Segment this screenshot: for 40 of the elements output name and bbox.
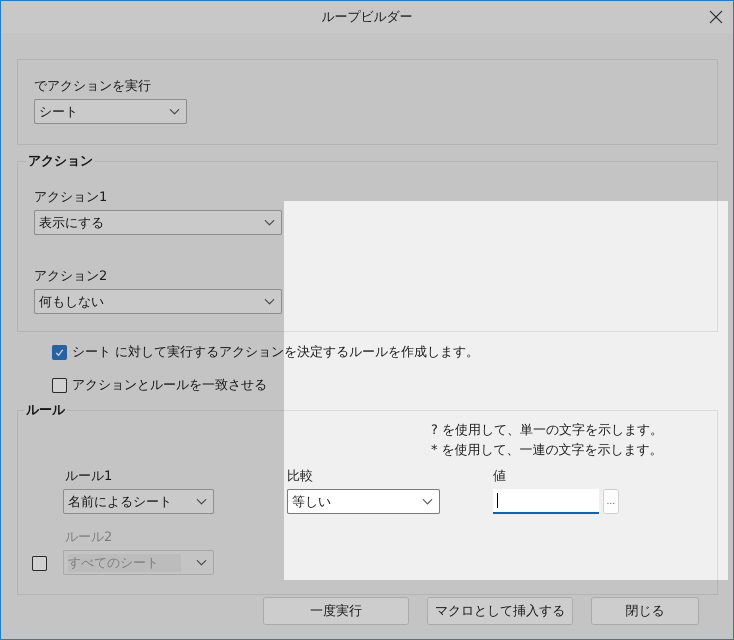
field-label: ルール2 (65, 530, 114, 546)
chevron-down-icon (196, 498, 207, 505)
dropdown-value: 何もしない (39, 294, 104, 310)
chevron-down-icon (169, 108, 180, 115)
hint-text: * を使用して、一連の文字を示します。 (431, 442, 664, 460)
dropdown[interactable]: 何もしない (34, 289, 282, 314)
dialog-button[interactable]: 閉じる (591, 597, 699, 625)
chevron-down-icon (196, 559, 207, 566)
dropdown[interactable]: 名前によるシート (63, 489, 214, 514)
dropdown-value: シート (39, 104, 78, 120)
dropdown-value: 名前によるシート (68, 494, 172, 510)
dropdown-value: すべてのシート (68, 554, 181, 572)
dropdown[interactable]: 等しい (287, 489, 440, 514)
field-label: でアクションを実行 (34, 79, 152, 95)
checkbox-label: シート に対して実行するアクションを決定するルールを作成します。 (72, 344, 480, 361)
dropdown-value: 表示にする (39, 214, 104, 232)
dialog-button[interactable]: 一度実行 (263, 597, 409, 625)
checkbox[interactable] (52, 344, 67, 360)
checkbox-label: アクションとルールを一致させる (72, 377, 267, 394)
section-title: ルール (25, 402, 66, 419)
checkbox[interactable] (52, 378, 67, 392)
dropdown[interactable]: シート (34, 99, 187, 124)
close-icon[interactable] (709, 10, 723, 24)
dropdown-value: 等しい (292, 494, 331, 510)
field-label: ルール1 (65, 469, 114, 485)
chevron-down-icon (264, 298, 275, 305)
hint-text: ? を使用して、単一の文字を示します。 (431, 422, 664, 440)
input-field[interactable] (493, 489, 599, 514)
field-label: アクション1 (34, 190, 108, 206)
checkmark-icon (54, 346, 65, 358)
field-label: 値 (493, 469, 507, 485)
dialog-button[interactable]: マクロとして挿入する (427, 597, 573, 625)
chevron-down-icon (264, 219, 275, 226)
browse-button[interactable]: ... (602, 489, 619, 514)
dropdown[interactable]: 表示にする (34, 210, 282, 235)
field-label: アクション2 (34, 269, 108, 285)
window-title: ループビルダー (322, 9, 412, 26)
section-title: アクション (27, 153, 94, 170)
chevron-down-icon (422, 498, 433, 505)
field-label: 比較 (287, 469, 314, 485)
